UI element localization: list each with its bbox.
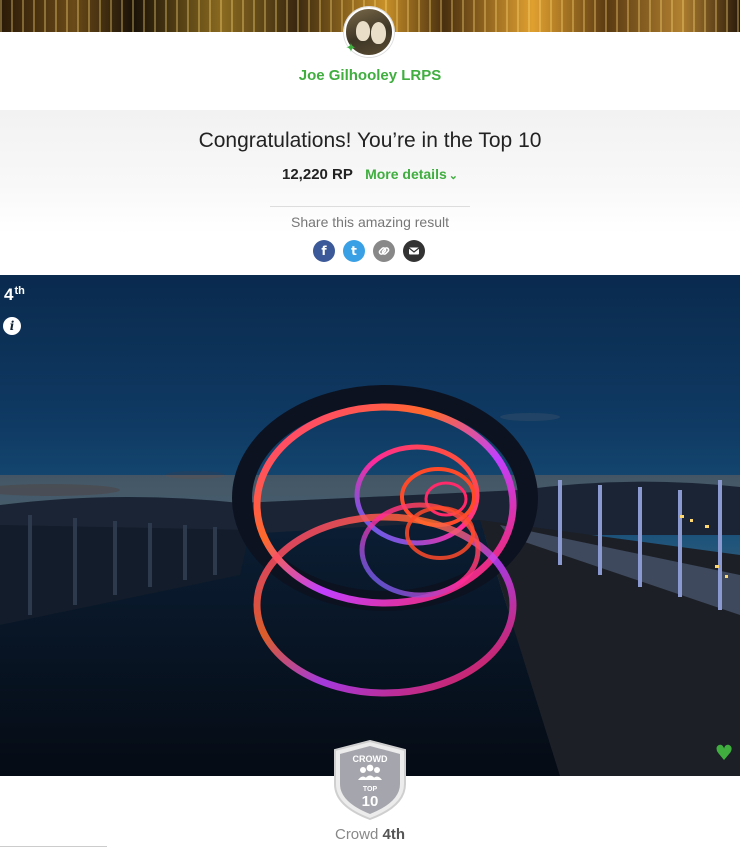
badge-crowd-text: CROWD: [353, 754, 388, 764]
bottom-divider: [0, 846, 107, 847]
points-value: 12,220 RP: [282, 166, 353, 183]
divider: [270, 206, 470, 207]
email-icon[interactable]: [403, 240, 425, 262]
more-details-link[interactable]: More details ⌄: [365, 166, 458, 182]
congratulations-heading: Congratulations! You’re in the Top 10: [198, 129, 542, 152]
heart-icon[interactable]: ♥: [712, 742, 736, 764]
rank-suffix: th: [14, 285, 25, 297]
email-icon-glyph: [408, 247, 420, 255]
owl-shape: [371, 22, 386, 44]
contest-photo[interactable]: 4th i ♥: [0, 275, 740, 776]
crowd-caption-rank: 4th: [382, 826, 406, 843]
crowd-rank-caption: Crowd 4th: [0, 826, 740, 843]
result-panel: Congratulations! You’re in the Top 10 12…: [0, 110, 740, 275]
info-icon[interactable]: i: [3, 317, 21, 335]
falkirk-wheel-photo: [0, 385, 740, 776]
share-label: Share this amazing result: [291, 214, 449, 230]
points-row: 12,220 RP More details ⌄: [0, 166, 740, 183]
star-badge-icon: ✦: [345, 41, 357, 56]
badge-number-text: 10: [362, 793, 379, 810]
badge-top-text: TOP: [363, 786, 378, 793]
user-name[interactable]: Joe Gilhooley LRPS: [0, 67, 740, 84]
chevron-down-icon: ⌄: [448, 170, 458, 182]
link-icon[interactable]: [373, 240, 395, 262]
share-icons: f t: [313, 240, 427, 262]
crowd-top10-badge: CROWD TOP 10: [334, 740, 406, 820]
rank-number: 4: [4, 285, 14, 304]
cloud: [500, 413, 560, 421]
crowd-caption-prefix: Crowd: [334, 826, 379, 843]
twitter-icon[interactable]: t: [343, 240, 365, 262]
link-icon-glyph: [378, 247, 390, 255]
owl-shape: [356, 21, 370, 41]
rank-label: 4th: [4, 285, 25, 305]
more-details-label: More details: [365, 166, 447, 182]
facebook-icon[interactable]: f: [313, 240, 335, 262]
